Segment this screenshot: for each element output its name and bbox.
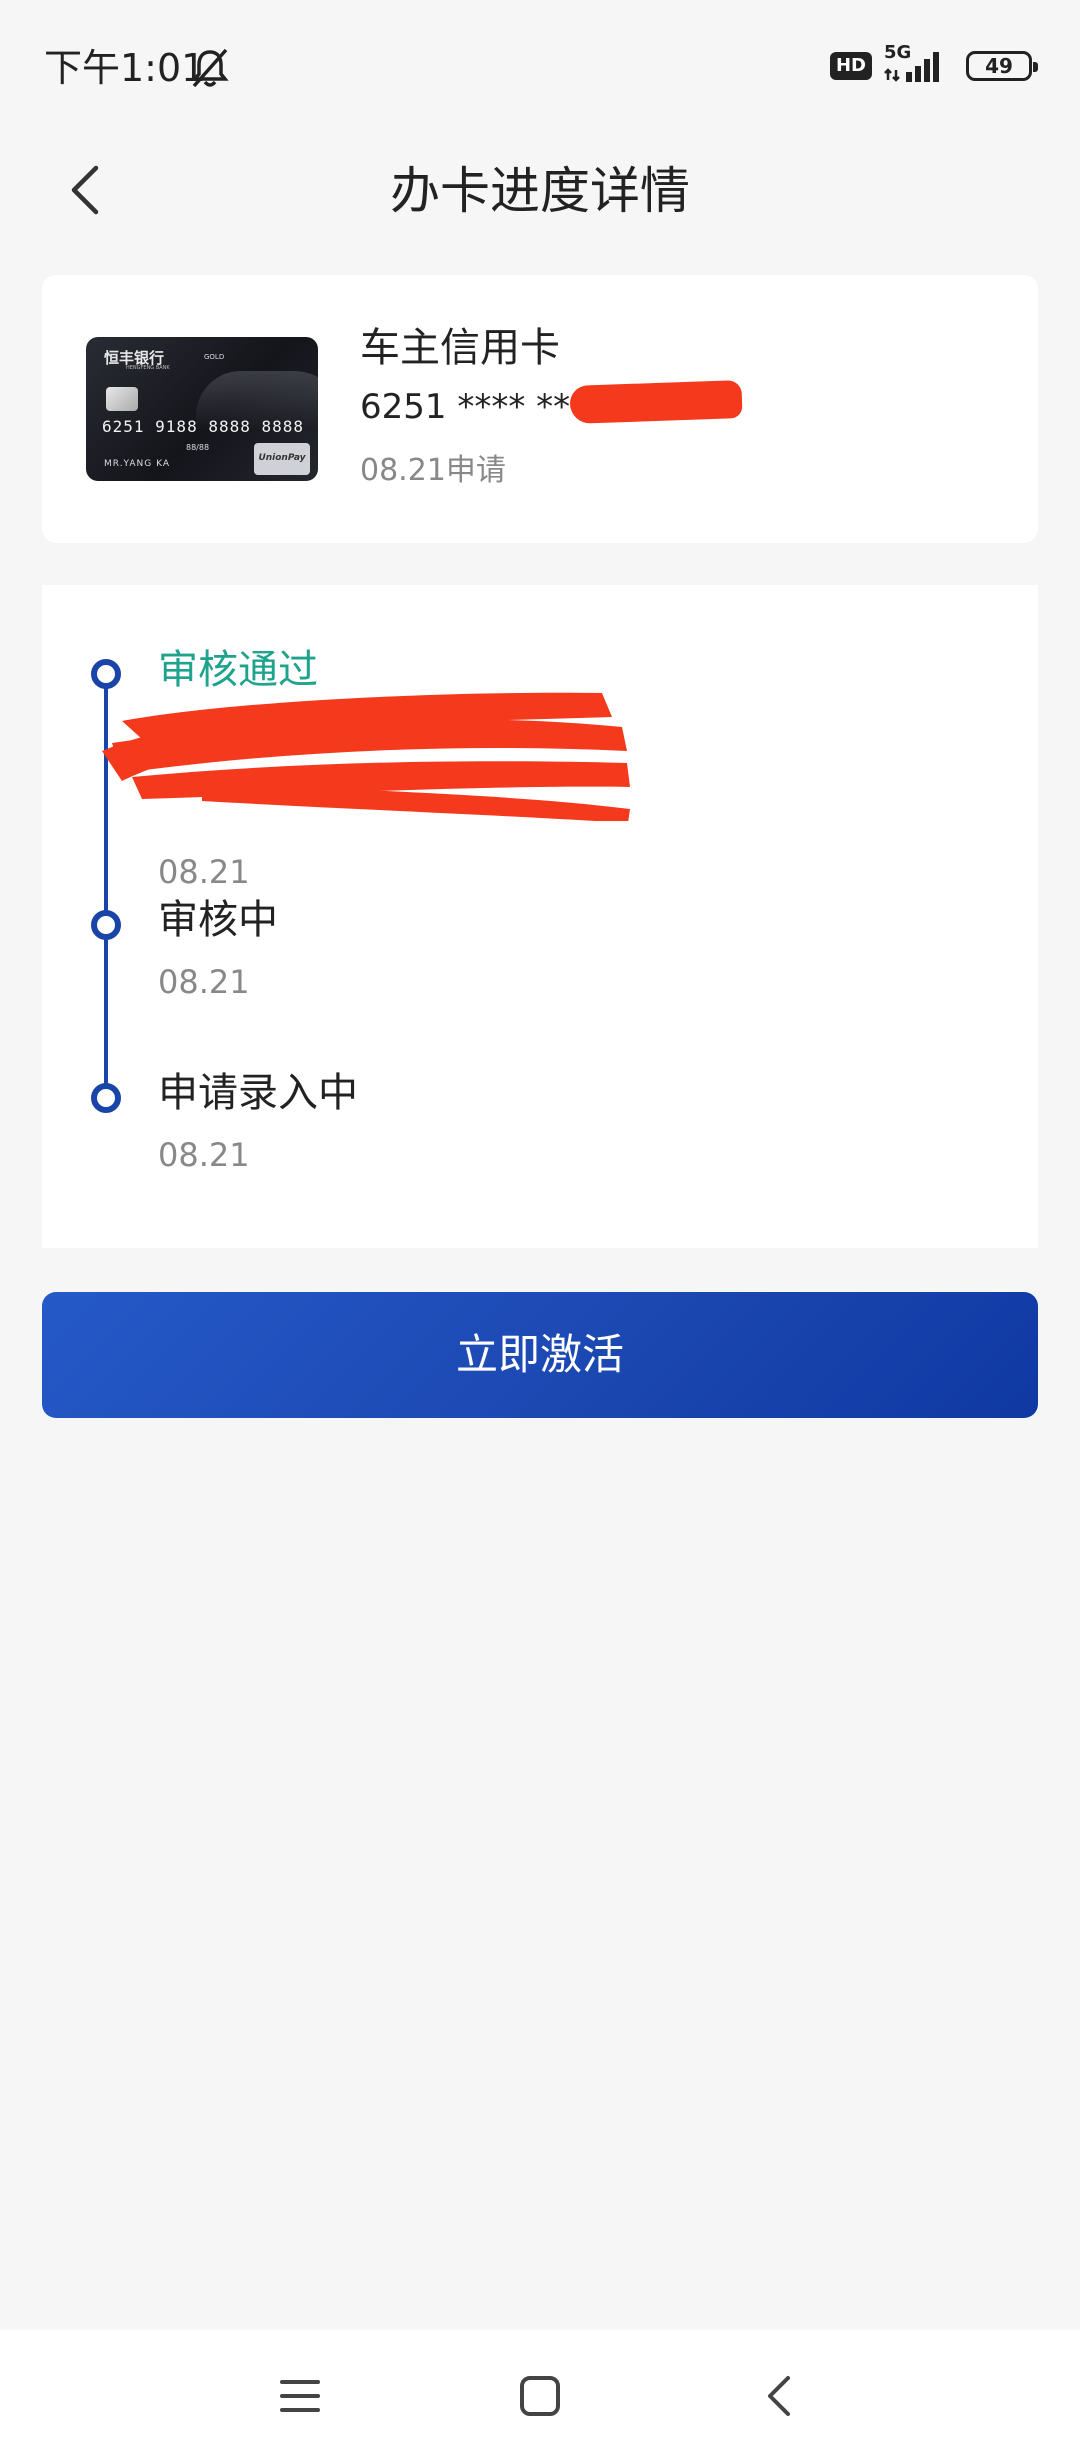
nav-back-button[interactable] bbox=[756, 2372, 804, 2420]
card-image-number: 6251 9188 8888 8888 bbox=[102, 417, 305, 436]
card-number: 6251 **** **** bbox=[360, 387, 605, 427]
step-title: 审核中 bbox=[158, 897, 278, 943]
menu-icon bbox=[280, 2380, 320, 2412]
step-title: 申请录入中 bbox=[158, 1070, 358, 1116]
hd-icon: HD bbox=[829, 52, 872, 80]
signal-icon: 5G bbox=[884, 42, 954, 88]
redaction-scribble bbox=[102, 692, 630, 821]
timeline-step: 审核中 08.21 bbox=[42, 895, 1038, 1045]
status-indicators: HD 5G 49 bbox=[829, 42, 1038, 88]
chip-icon bbox=[106, 387, 138, 411]
card-apply-date: 08.21申请 bbox=[360, 453, 506, 488]
progress-panel: 审核通过 08.21 审核中 08.21 申请录入中 08.21 bbox=[42, 585, 1038, 1248]
step-date: 08.21 bbox=[158, 853, 250, 891]
menu-button[interactable] bbox=[276, 2372, 324, 2420]
credit-card-image: 恒丰银行 HENGFENG BANK GOLD 6251 9188 8888 8… bbox=[86, 337, 318, 481]
card-tier: GOLD bbox=[204, 353, 225, 361]
redaction-mark bbox=[569, 380, 743, 424]
card-name: 车主信用卡 bbox=[360, 325, 560, 371]
back-icon bbox=[768, 2376, 790, 2416]
home-button[interactable] bbox=[516, 2372, 564, 2420]
battery-level: 49 bbox=[985, 54, 1013, 78]
bell-off-icon bbox=[190, 46, 230, 90]
step-date: 08.21 bbox=[158, 963, 250, 1001]
system-nav-bar bbox=[0, 2330, 1080, 2460]
page-title: 办卡进度详情 bbox=[390, 162, 690, 220]
home-icon bbox=[520, 2376, 560, 2416]
unionpay-label: UnionPay bbox=[258, 453, 306, 463]
card-image-holder: MR.YANG KA bbox=[104, 459, 170, 469]
activate-button[interactable]: 立即激活 bbox=[42, 1292, 1038, 1418]
step-dot-icon bbox=[91, 1083, 121, 1113]
status-bar: 下午1:01 HD 5G 49 bbox=[0, 0, 1080, 130]
card-info-panel: 恒丰银行 HENGFENG BANK GOLD 6251 9188 8888 8… bbox=[42, 275, 1038, 543]
step-dot-icon bbox=[91, 910, 121, 940]
step-date: 08.21 bbox=[158, 1136, 250, 1174]
status-time: 下午1:01 bbox=[44, 46, 206, 90]
card-image-expiry: 88/88 bbox=[186, 443, 210, 452]
timeline-step: 申请录入中 08.21 bbox=[42, 1068, 1038, 1218]
bank-logo-en: HENGFENG BANK bbox=[126, 365, 170, 371]
unionpay-logo: UnionPay bbox=[254, 443, 310, 475]
header: 办卡进度详情 bbox=[0, 130, 1080, 250]
battery-icon: 49 bbox=[966, 51, 1038, 81]
